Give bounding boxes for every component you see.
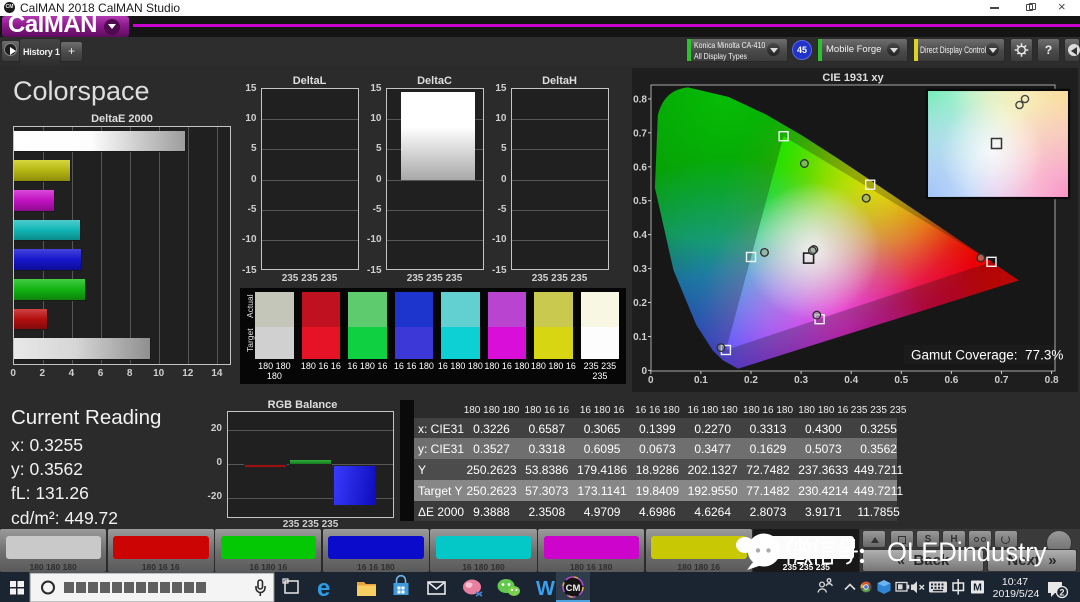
svg-text:W: W (536, 578, 555, 600)
svg-text:Gamut Coverage: 77.3%: Gamut Coverage: 77.3% (911, 348, 1063, 363)
svg-text:0.7: 0.7 (633, 128, 647, 139)
svg-text:0.5: 0.5 (633, 196, 647, 207)
svg-text:0.1: 0.1 (633, 332, 647, 343)
svg-text:0.1: 0.1 (694, 375, 708, 386)
svg-text:0.4: 0.4 (844, 375, 858, 386)
svg-text:2: 2 (1059, 588, 1064, 598)
svg-text:0.5: 0.5 (894, 375, 908, 386)
svg-text:CM: CM (566, 583, 581, 594)
svg-text:10:47: 10:47 (1002, 576, 1028, 588)
svg-text:e: e (317, 575, 330, 602)
svg-text:CIE 1931 xy: CIE 1931 xy (822, 72, 884, 84)
svg-text:0.8: 0.8 (1045, 375, 1059, 386)
svg-text:0.8: 0.8 (633, 94, 647, 105)
svg-text:0: 0 (641, 366, 647, 377)
svg-text:OLEDindustry: OLEDindustry (887, 536, 1047, 567)
svg-text:0.4: 0.4 (633, 230, 647, 241)
svg-text:0.3: 0.3 (633, 264, 647, 275)
svg-text:0: 0 (648, 375, 654, 386)
svg-text:M: M (973, 582, 982, 594)
svg-text:0.3: 0.3 (794, 375, 808, 386)
svg-text:0.6: 0.6 (633, 162, 647, 173)
svg-text:2019/5/24: 2019/5/24 (993, 588, 1040, 600)
svg-text:0.7: 0.7 (995, 375, 1009, 386)
svg-text:0.2: 0.2 (744, 375, 758, 386)
svg-text:0.2: 0.2 (633, 298, 647, 309)
svg-text:0.6: 0.6 (944, 375, 958, 386)
